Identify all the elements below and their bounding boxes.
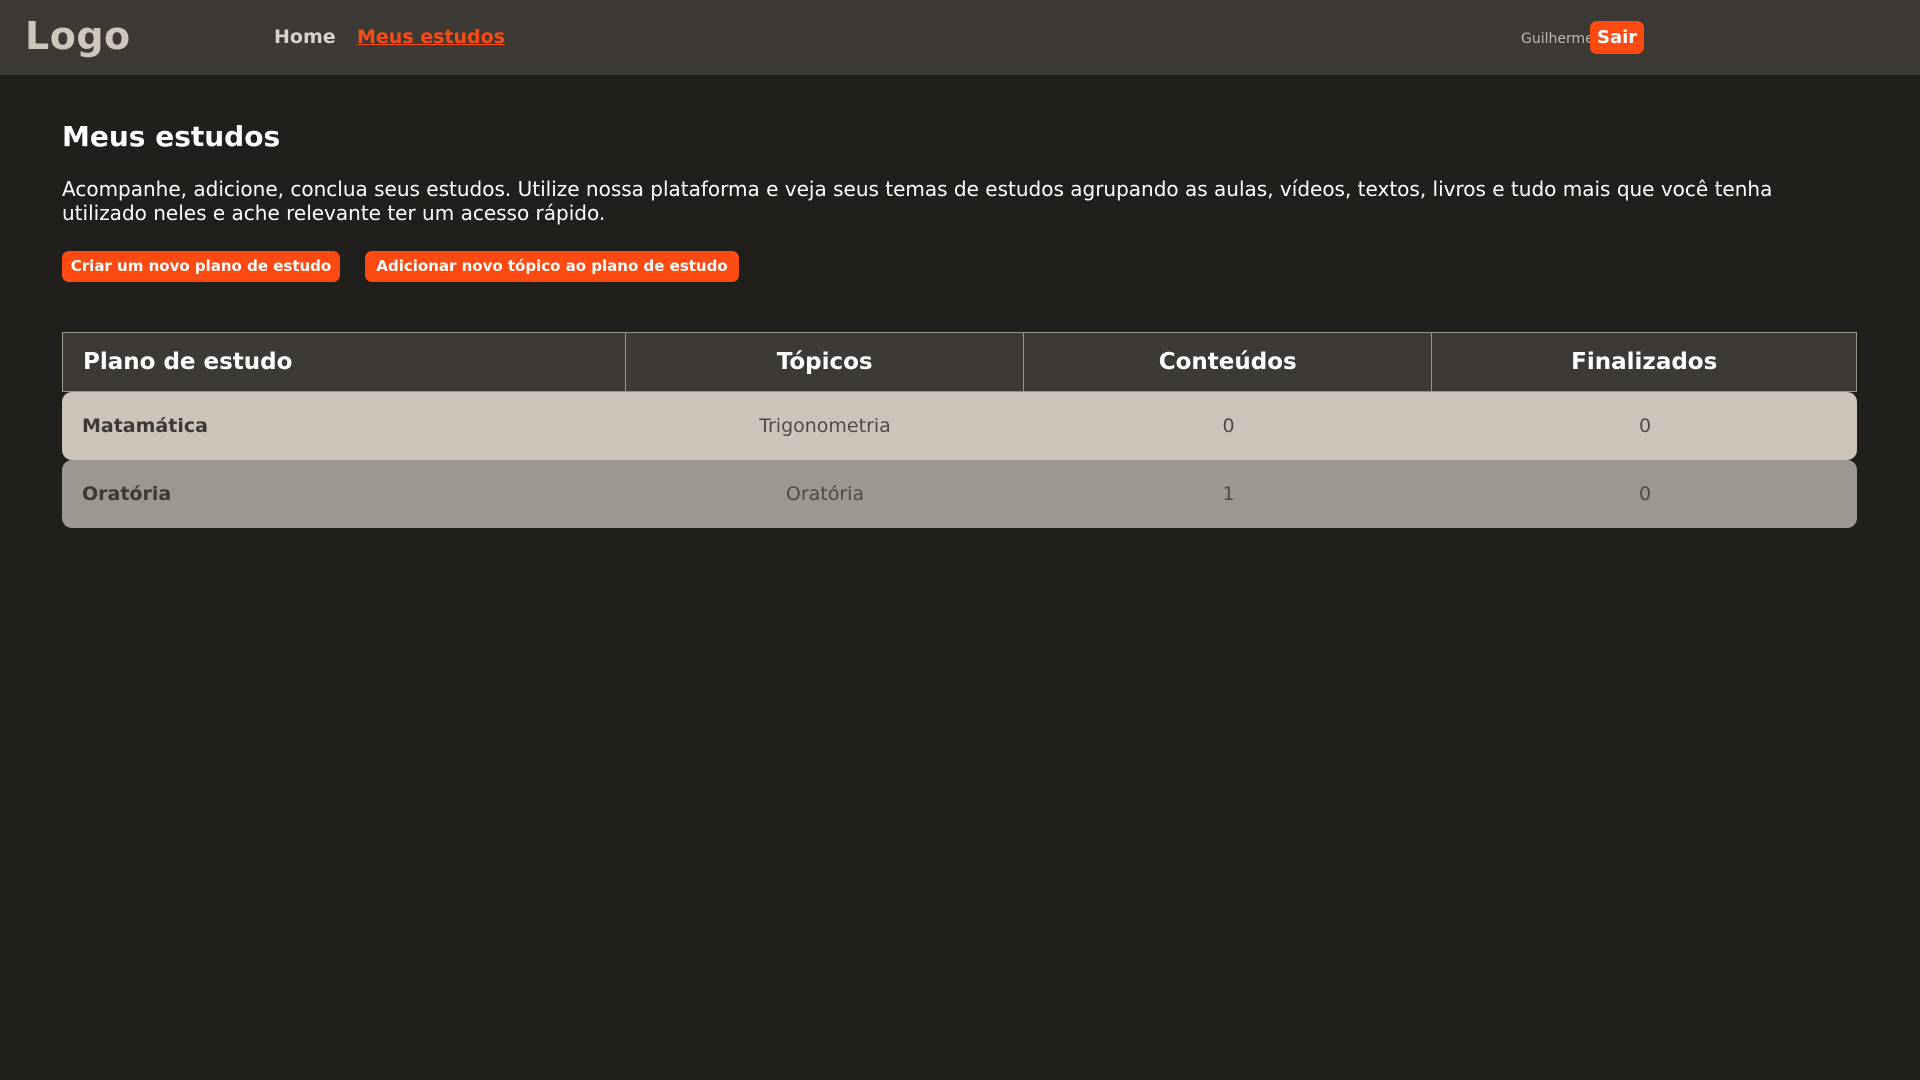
- nav-home-link[interactable]: Home: [274, 26, 336, 48]
- cell-topic: Trigonometria: [759, 415, 891, 437]
- header-finished: Finalizados: [1571, 349, 1718, 375]
- header-topics: Tópicos: [626, 333, 1024, 391]
- logout-button[interactable]: Sair: [1590, 21, 1645, 54]
- cell-contents-count: 0: [1222, 415, 1235, 437]
- top-navbar: Logo Home Meus estudos Guilherme Sair: [0, 0, 1920, 75]
- logo[interactable]: Logo: [25, 14, 131, 58]
- table-header: Plano de estudo Tópicos Conteúdos Finali…: [62, 332, 1857, 392]
- create-study-plan-button[interactable]: Criar um novo plano de estudo: [62, 251, 340, 282]
- study-plans-table: Plano de estudo Tópicos Conteúdos Finali…: [62, 332, 1857, 528]
- cell-plan-name: Matamática: [82, 415, 208, 437]
- header-study-plan: Plano de estudo: [63, 333, 627, 391]
- add-topic-button[interactable]: Adicionar novo tópico ao plano de estudo: [365, 251, 739, 282]
- cell-plan-name: Oratória: [82, 483, 172, 505]
- cell-contents-count: 1: [1222, 483, 1235, 505]
- table-row[interactable]: Matamática Trigonometria 0 0: [62, 392, 1857, 460]
- user-name: Guilherme: [1521, 31, 1594, 47]
- page-title: Meus estudos: [62, 120, 281, 153]
- header-contents: Conteúdos: [1024, 333, 1433, 391]
- cell-topic: Oratória: [785, 483, 865, 505]
- page-description: Acompanhe, adicione, conclua seus estudo…: [62, 177, 1773, 225]
- cell-finished-count: 0: [1638, 483, 1652, 505]
- nav-my-studies-link[interactable]: Meus estudos: [357, 26, 505, 48]
- table-row[interactable]: Oratória Oratória 1 0: [62, 460, 1857, 528]
- cell-finished-count: 0: [1638, 415, 1652, 437]
